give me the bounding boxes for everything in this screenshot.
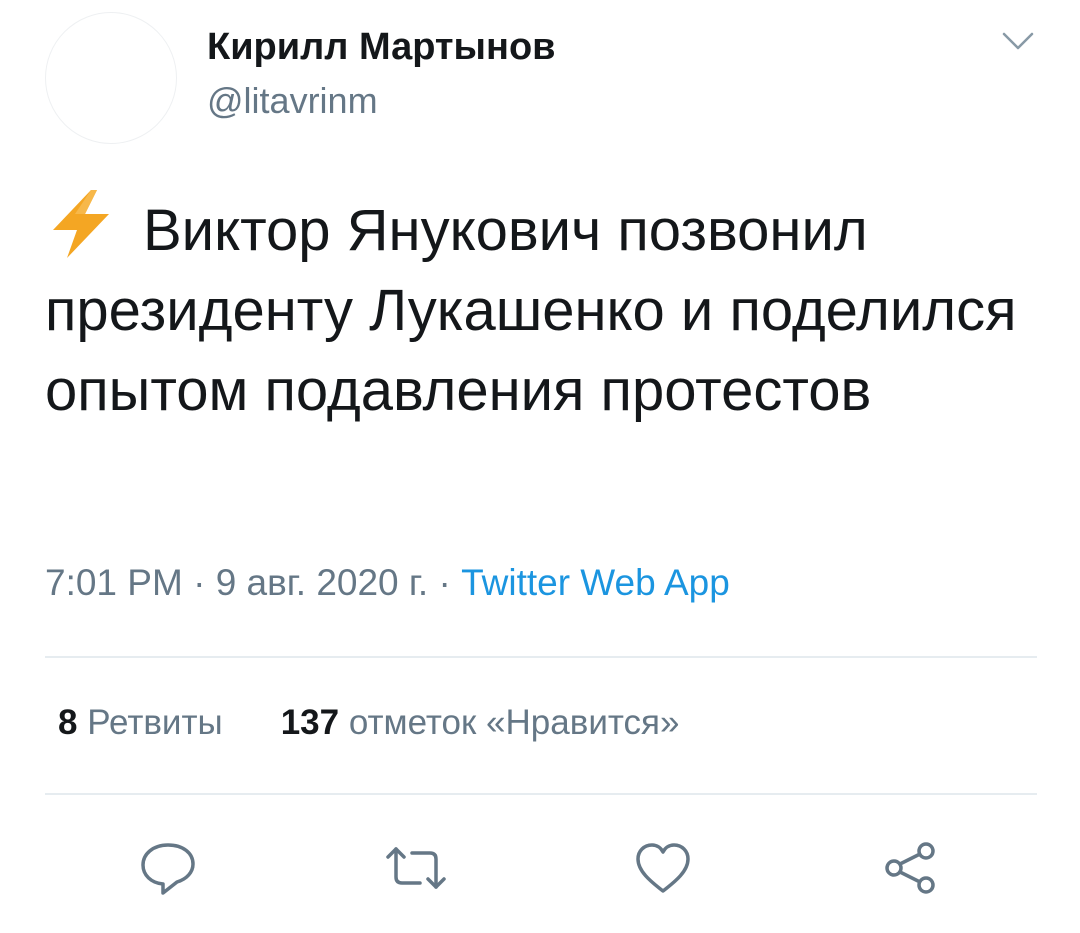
tweet-meta: 7:01 PM · 9 авг. 2020 г. · Twitter Web A… (45, 562, 730, 604)
tweet-time[interactable]: 7:01 PM (45, 562, 183, 603)
divider (45, 656, 1037, 658)
tweet-body: Виктор Янукович позвонил президенту Лука… (45, 198, 1017, 423)
meta-separator: · (193, 562, 206, 603)
retweet-button[interactable] (381, 833, 451, 903)
like-icon (632, 839, 694, 897)
retweet-icon (382, 839, 450, 897)
author-display-name[interactable]: Кирилл Мартынов (207, 26, 556, 69)
reply-button[interactable] (133, 833, 203, 903)
high-voltage-icon (45, 188, 117, 260)
like-button[interactable] (628, 833, 698, 903)
share-icon (880, 837, 942, 899)
meta-separator: · (438, 562, 451, 603)
likes-stat[interactable]: 137 отметок «Нравится» (281, 703, 680, 742)
chevron-down-icon[interactable] (998, 26, 1038, 56)
tweet-date[interactable]: 9 авг. 2020 г. (216, 562, 428, 603)
author-handle[interactable]: @litavrinm (207, 80, 378, 122)
share-button[interactable] (876, 833, 946, 903)
tweet-source-link[interactable]: Twitter Web App (461, 562, 730, 603)
tweet-actions (0, 833, 1080, 903)
reply-icon (137, 839, 199, 897)
tweet-stats: 8 Ретвиты 137 отметок «Нравится» (58, 703, 679, 743)
avatar[interactable] (45, 12, 177, 144)
likes-label: отметок «Нравится» (348, 703, 680, 742)
divider (45, 793, 1037, 795)
retweets-count: 8 (58, 703, 78, 742)
retweets-stat[interactable]: 8 Ретвиты (58, 703, 223, 742)
retweets-label: Ретвиты (87, 703, 223, 742)
likes-count: 137 (280, 703, 340, 742)
tweet-text: Виктор Янукович позвонил президенту Лука… (45, 188, 1045, 431)
